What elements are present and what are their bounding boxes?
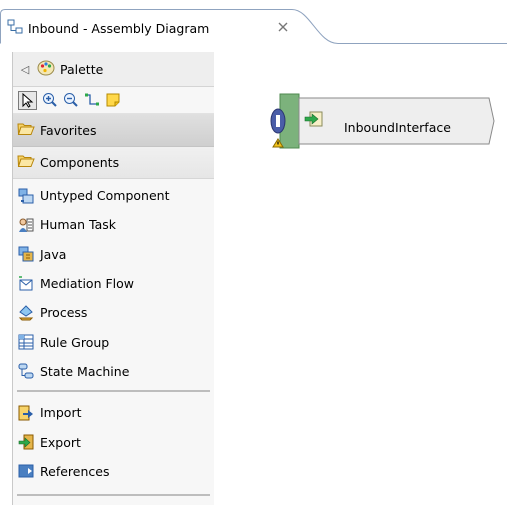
components-drawer[interactable]: Components [13,147,214,179]
untyped-component-icon [18,188,34,204]
palette-item-mediation-flow[interactable]: Mediation Flow [13,269,214,298]
folder-open-icon [17,122,35,139]
editor-tab-strip: Inbound - Assembly Diagram [0,0,507,44]
human-task-icon [19,218,34,232]
components-list: Untyped Component Human Task Java Mediat… [13,179,214,386]
assembly-diagram-icon [7,19,23,38]
palette-item-label: Untyped Component [40,188,170,204]
palette-item-references[interactable]: References [13,457,214,486]
tab-title-label: Inbound - Assembly Diagram [28,20,210,36]
palette-title-label: Palette [60,61,104,77]
palette-item-label: State Machine [40,363,130,379]
palette-item-import[interactable]: Import [13,398,214,427]
palette-panel: ◁ Palette Favorites Components Untyped C… [12,52,215,505]
palette-item-java[interactable]: Java [13,240,214,269]
palette-item-label: Mediation Flow [40,276,134,292]
java-icon [18,246,34,262]
sticky-note-icon[interactable] [104,92,121,109]
close-icon[interactable] [277,21,289,33]
palette-title[interactable]: Palette [37,59,103,80]
palette-item-label: References [40,463,110,479]
palette-item-export[interactable]: Export [13,427,214,456]
wire-icon[interactable] [83,92,100,109]
palette-item-label: Rule Group [40,334,110,350]
zoom-in-icon[interactable] [41,92,58,109]
palette-item-state-machine[interactable]: State Machine [13,357,214,386]
references-icon [18,464,34,478]
mediation-flow-icon [19,275,33,291]
palette-item-rule-group[interactable]: Rule Group [13,327,214,356]
rule-group-icon [18,334,34,350]
diagram-canvas[interactable]: InboundInterface [214,44,507,505]
references-list: Import Export References [13,398,214,486]
palette-item-label: Human Task [40,217,117,233]
palette-item-label: Import [40,405,82,421]
palette-item-label: Export [40,434,81,450]
tab-assembly-diagram[interactable]: Inbound - Assembly Diagram [7,17,209,39]
import-icon [18,405,33,421]
palette-item-label: Java [40,246,67,262]
components-label: Components [40,155,120,170]
favorites-drawer[interactable]: Favorites [13,114,214,147]
palette-toolbar [13,87,214,114]
process-icon [18,305,34,321]
palette-separator [17,493,210,502]
palette-item-untyped-component[interactable]: Untyped Component [13,181,214,210]
palette-separator [17,390,210,398]
palette-icon [37,59,55,80]
collapse-palette-icon[interactable]: ◁ [13,63,37,76]
favorites-label: Favorites [40,122,97,138]
palette-item-label: Process [40,305,88,321]
select-arrow-icon[interactable] [18,90,37,110]
palette-header: ◁ Palette [13,52,214,87]
folder-open-icon [17,154,35,171]
palette-item-human-task[interactable]: Human Task [13,210,214,239]
state-machine-icon [18,363,34,379]
zoom-out-icon[interactable] [62,92,79,109]
palette-item-process[interactable]: Process [13,298,214,327]
export-icon [18,434,34,450]
export-node-label: InboundInterface [344,120,451,135]
